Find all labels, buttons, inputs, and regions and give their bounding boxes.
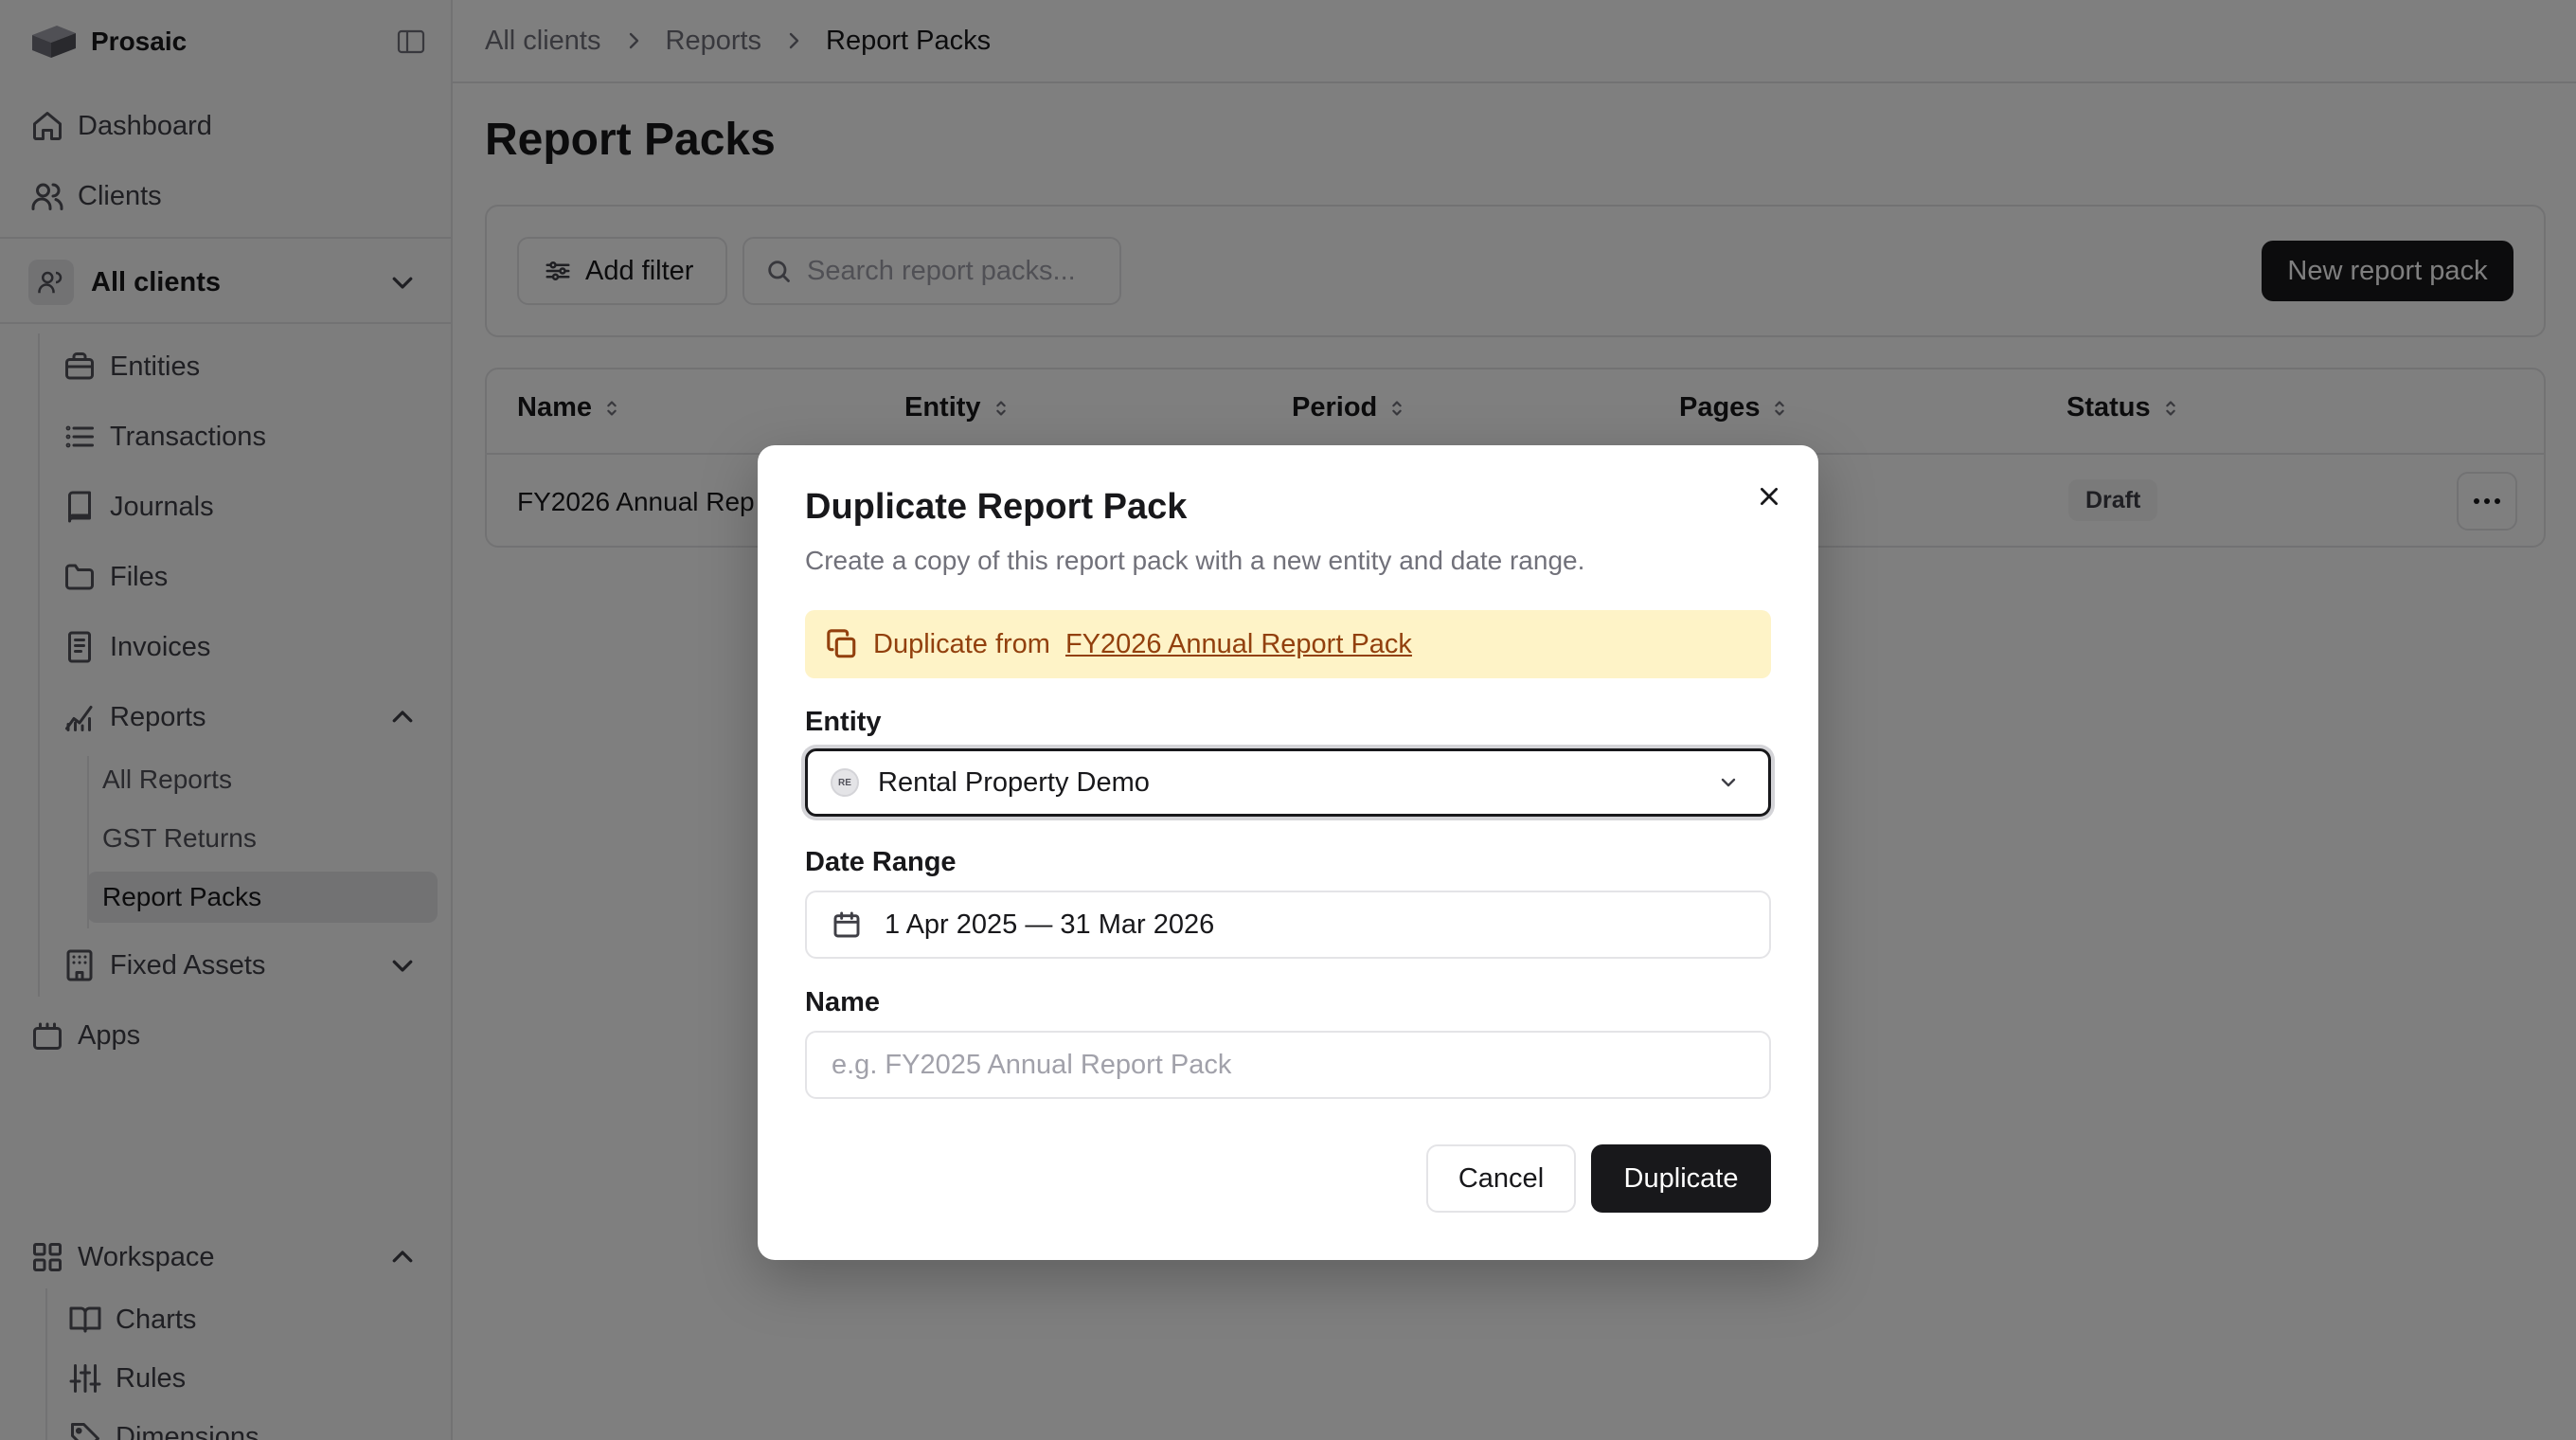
duplicate-source-banner: Duplicate from FY2026 Annual Report Pack: [805, 610, 1771, 678]
calendar-icon: [833, 911, 860, 938]
duplicate-report-pack-dialog: Duplicate Report Pack Create a copy of t…: [758, 445, 1818, 1260]
dialog-title: Duplicate Report Pack: [805, 487, 1188, 527]
entity-avatar: RE: [831, 768, 859, 797]
source-report-pack-link[interactable]: FY2026 Annual Report Pack: [1065, 629, 1412, 660]
close-button[interactable]: [1752, 479, 1786, 513]
date-range-picker[interactable]: 1 Apr 2025 — 31 Mar 2026: [805, 891, 1771, 959]
entity-select[interactable]: RE Rental Property Demo: [805, 748, 1771, 817]
close-icon: [1761, 488, 1778, 505]
cancel-button[interactable]: Cancel: [1426, 1144, 1576, 1213]
duplicate-from-label: Duplicate from: [873, 628, 1050, 659]
name-input[interactable]: e.g. FY2025 Annual Report Pack: [805, 1031, 1771, 1099]
chevron-down-icon: [1721, 778, 1736, 787]
dialog-description: Create a copy of this report pack with a…: [805, 546, 1585, 575]
name-label: Name: [805, 987, 880, 1017]
date-range-label: Date Range: [805, 847, 957, 877]
entity-label: Entity: [805, 707, 882, 737]
copy-icon: [827, 629, 856, 658]
date-range-value: 1 Apr 2025 — 31 Mar 2026: [885, 909, 1215, 940]
entity-value: Rental Property Demo: [878, 766, 1150, 798]
duplicate-button[interactable]: Duplicate: [1591, 1144, 1771, 1213]
name-placeholder: e.g. FY2025 Annual Report Pack: [832, 1049, 1232, 1080]
